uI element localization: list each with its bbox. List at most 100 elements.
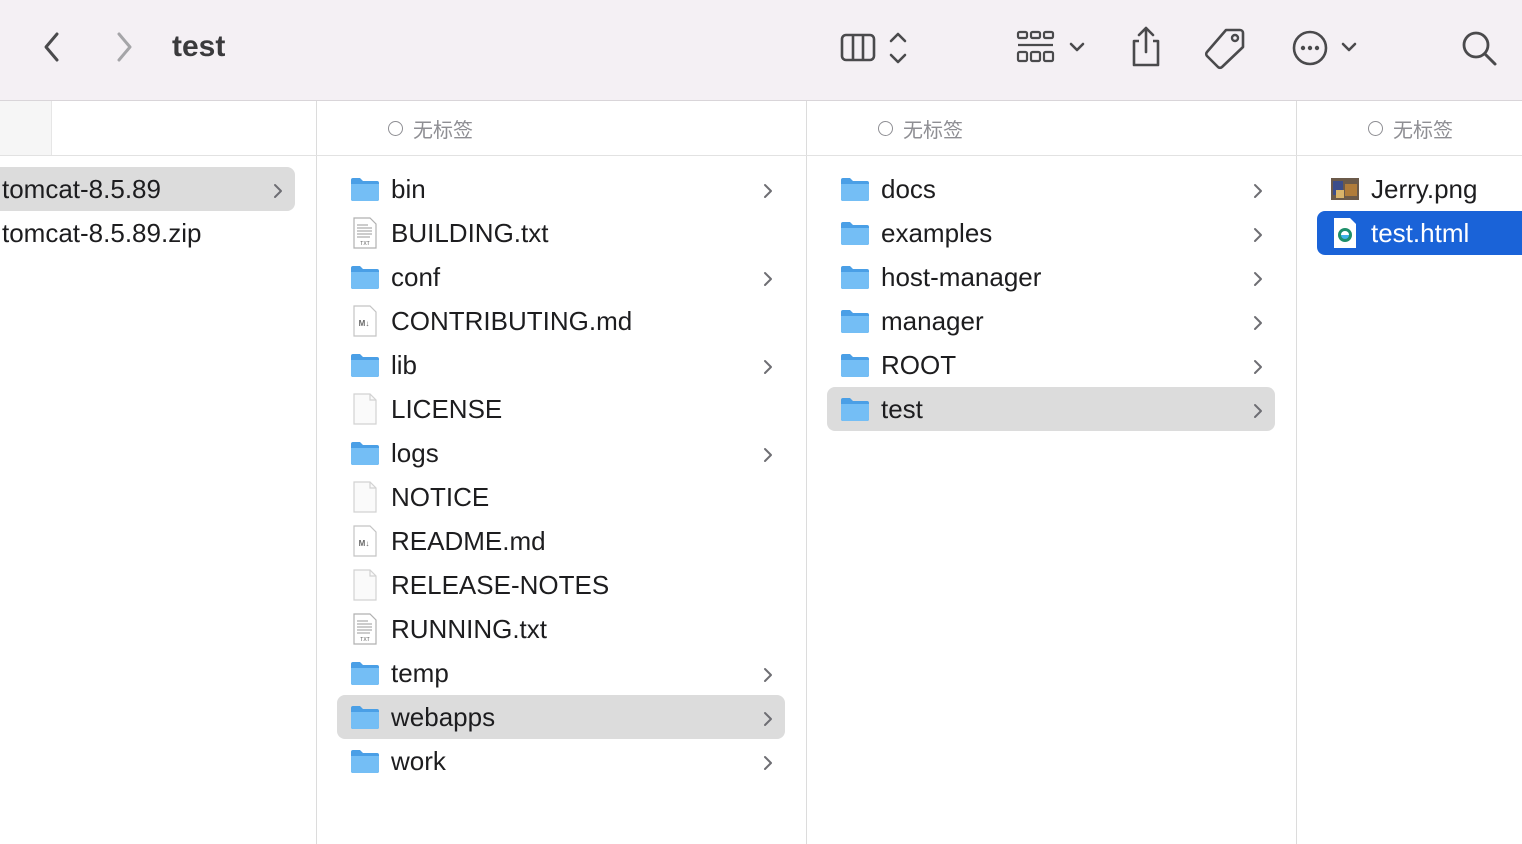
chevron-right-icon <box>1251 310 1265 332</box>
markdown-file-icon: M↓ <box>349 305 381 337</box>
item-label: tomcat-8.5.89 <box>2 173 161 204</box>
svg-text:TXT: TXT <box>360 241 369 247</box>
chevron-right-icon <box>761 662 775 684</box>
document-icon <box>349 393 381 425</box>
grid-group-icon <box>1016 30 1085 63</box>
no-tag-filter[interactable]: 无标签 <box>388 114 473 143</box>
item-label: test.html <box>1371 217 1470 248</box>
file-row[interactable]: M↓ CONTRIBUTING.md <box>337 299 785 343</box>
folder-row[interactable]: logs <box>337 431 785 475</box>
html-file-icon <box>1329 217 1361 249</box>
more-actions-button[interactable] <box>1290 28 1362 68</box>
folder-icon <box>349 437 381 469</box>
share-button[interactable] <box>1126 24 1166 70</box>
folder-row[interactable]: examples <box>827 211 1275 255</box>
file-row[interactable]: test.html <box>1317 211 1522 255</box>
item-label: BUILDING.txt <box>391 217 549 248</box>
file-row[interactable]: LICENSE <box>337 387 785 431</box>
column-browser: tomcat-8.5.89 tomcat-8.5.89.zip 无标签 bin TX… <box>0 101 1522 844</box>
group-button[interactable] <box>1014 28 1090 68</box>
svg-text:M↓: M↓ <box>359 319 370 328</box>
column-header <box>0 101 316 156</box>
chevron-right-icon <box>761 266 775 288</box>
folder-icon <box>349 701 381 733</box>
column-header: 无标签 <box>316 101 806 156</box>
column-1: tomcat-8.5.89 tomcat-8.5.89.zip <box>0 101 317 844</box>
chevron-right-icon <box>761 178 775 200</box>
folder-icon <box>349 745 381 777</box>
file-row[interactable]: tomcat-8.5.89.zip <box>0 211 295 255</box>
column-2: 无标签 bin TXT BUILDING.txt conf M↓ CONTRIBUTING… <box>316 101 807 844</box>
chevron-right-icon <box>1251 266 1265 288</box>
column-header-pad <box>0 101 52 155</box>
search-icon <box>1462 31 1497 66</box>
no-tag-label: 无标签 <box>903 119 963 142</box>
file-row[interactable]: TXT BUILDING.txt <box>337 211 785 255</box>
folder-row[interactable]: work <box>337 739 785 783</box>
folder-row[interactable]: conf <box>337 255 785 299</box>
folder-row[interactable]: tomcat-8.5.89 <box>0 167 295 211</box>
no-tag-label: 无标签 <box>413 119 473 142</box>
folder-icon <box>839 173 871 205</box>
item-label: LICENSE <box>391 393 503 424</box>
document-icon <box>349 481 381 513</box>
text-file-icon: TXT <box>349 217 381 249</box>
item-label: README.md <box>391 525 546 556</box>
folder-row[interactable]: bin <box>337 167 785 211</box>
item-label: RUNNING.txt <box>391 613 547 644</box>
no-tag-filter[interactable]: 无标签 <box>1368 114 1453 143</box>
view-mode-button[interactable] <box>838 28 916 68</box>
item-label: examples <box>881 217 993 248</box>
folder-icon <box>839 305 871 337</box>
chevron-right-icon <box>761 706 775 728</box>
tags-button[interactable] <box>1202 26 1248 70</box>
document-icon <box>349 569 381 601</box>
item-label: lib <box>391 349 418 380</box>
tag-circle-icon <box>878 120 893 136</box>
folder-row[interactable]: host-manager <box>827 255 1275 299</box>
chevron-right-icon <box>1251 398 1265 420</box>
file-row[interactable]: M↓ README.md <box>337 519 785 563</box>
forward-button[interactable] <box>108 28 140 66</box>
folder-icon <box>349 261 381 293</box>
markdown-file-icon: M↓ <box>349 525 381 557</box>
column-view-icon <box>840 32 907 64</box>
item-label: ROOT <box>881 349 957 380</box>
svg-text:TXT: TXT <box>360 637 369 643</box>
folder-icon <box>839 261 871 293</box>
no-tag-filter[interactable]: 无标签 <box>878 114 963 143</box>
forward-icon <box>117 32 132 62</box>
file-row[interactable]: NOTICE <box>337 475 785 519</box>
column-4: 无标签 Jerry.png test.html <box>1296 101 1522 844</box>
column-3: 无标签 docs examples host-manager manager ROOT t… <box>806 101 1297 844</box>
chevron-right-icon <box>761 442 775 464</box>
file-row[interactable]: RELEASE-NOTES <box>337 563 785 607</box>
item-label: work <box>391 745 446 776</box>
folder-row[interactable]: webapps <box>337 695 785 739</box>
folder-icon <box>839 393 871 425</box>
share-icon <box>1132 26 1160 67</box>
item-label: NOTICE <box>391 481 490 512</box>
chevron-right-icon <box>271 178 285 200</box>
column-header: 无标签 <box>1296 101 1522 156</box>
tag-circle-icon <box>388 120 403 136</box>
folder-row[interactable]: docs <box>827 167 1275 211</box>
folder-icon <box>839 349 871 381</box>
item-label: Jerry.png <box>1371 173 1478 204</box>
file-row[interactable]: Jerry.png <box>1317 167 1522 211</box>
chevron-right-icon <box>1251 354 1265 376</box>
folder-row[interactable]: ROOT <box>827 343 1275 387</box>
file-row[interactable]: TXT RUNNING.txt <box>337 607 785 651</box>
text-file-icon: TXT <box>349 613 381 645</box>
chevron-right-icon <box>1251 222 1265 244</box>
folder-icon <box>349 173 381 205</box>
folder-row[interactable]: test <box>827 387 1275 431</box>
folder-row[interactable]: manager <box>827 299 1275 343</box>
item-label: tomcat-8.5.89.zip <box>2 217 202 248</box>
folder-row[interactable]: temp <box>337 651 785 695</box>
search-button[interactable] <box>1458 28 1500 68</box>
folder-icon <box>349 657 381 689</box>
back-button[interactable] <box>36 28 68 66</box>
folder-row[interactable]: lib <box>337 343 785 387</box>
chevron-right-icon <box>1251 178 1265 200</box>
